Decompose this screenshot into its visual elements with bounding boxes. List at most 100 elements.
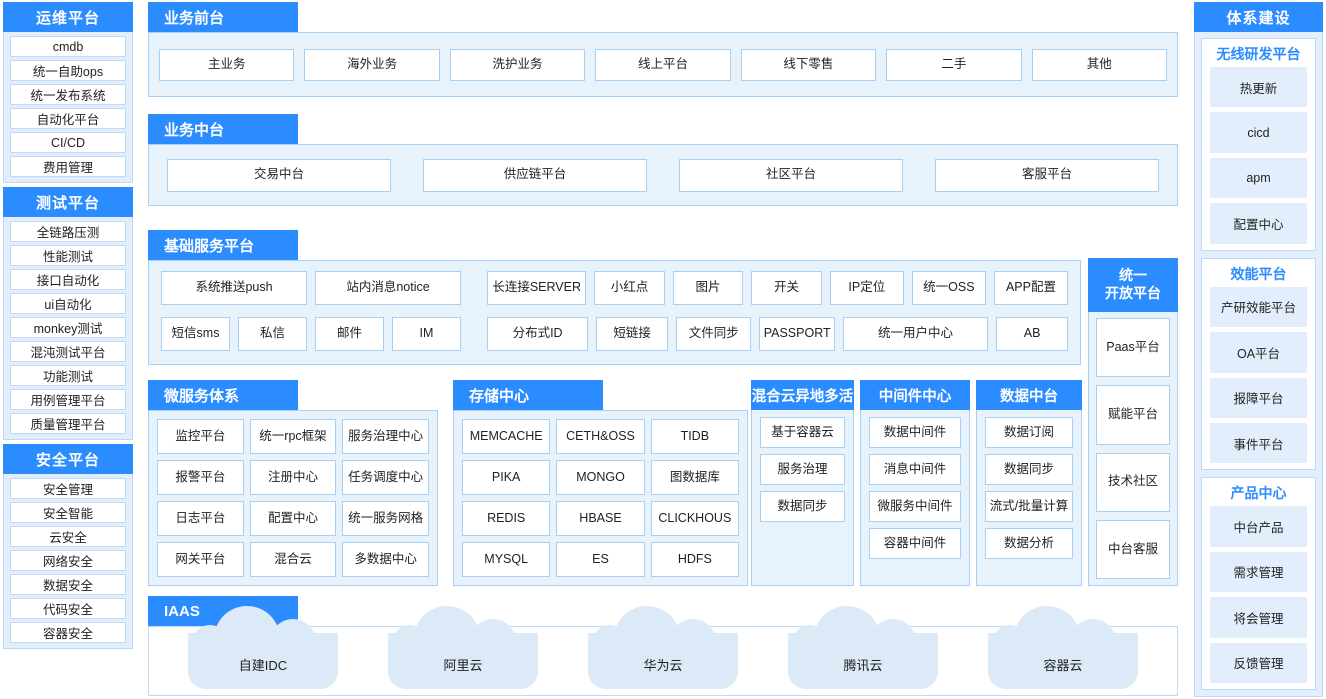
- business-front-item[interactable]: 线上平台: [595, 48, 731, 81]
- right-rail-item[interactable]: 报障平台: [1210, 377, 1307, 418]
- hybrid-cloud-item[interactable]: 基于容器云: [760, 417, 845, 448]
- business-front-item[interactable]: 其他: [1031, 48, 1167, 81]
- rail-item[interactable]: 容器安全: [10, 622, 126, 643]
- base-service-item[interactable]: IM: [392, 316, 461, 351]
- right-rail-item[interactable]: 事件平台: [1210, 422, 1307, 464]
- right-rail-item[interactable]: OA平台: [1210, 332, 1307, 373]
- microservice-item[interactable]: 统一服务网格: [342, 501, 429, 536]
- business-front-item[interactable]: 二手: [886, 48, 1022, 81]
- storage-item[interactable]: MEMCACHE: [462, 419, 551, 454]
- right-rail-item[interactable]: cicd: [1210, 112, 1307, 153]
- rail-item[interactable]: CI/CD: [10, 132, 126, 153]
- storage-item[interactable]: ES: [556, 542, 645, 577]
- base-service-item[interactable]: 私信: [238, 316, 307, 351]
- base-service-item[interactable]: 文件同步: [675, 316, 752, 351]
- storage-item[interactable]: REDIS: [462, 501, 551, 536]
- rail-item[interactable]: 用例管理平台: [10, 389, 126, 410]
- microservice-item[interactable]: 注册中心: [249, 460, 337, 495]
- microservice-item[interactable]: 任务调度中心: [342, 460, 429, 495]
- base-service-item[interactable]: 邮件: [315, 316, 384, 351]
- base-service-item[interactable]: 系统推送push: [161, 271, 307, 305]
- rail-item[interactable]: 统一发布系统: [10, 84, 126, 105]
- rail-item[interactable]: 网络安全: [10, 550, 126, 571]
- rail-item[interactable]: 质量管理平台: [10, 413, 126, 434]
- base-service-item[interactable]: 长连接SERVER: [487, 271, 587, 305]
- business-middle-item[interactable]: 供应链平台: [423, 158, 647, 192]
- base-service-item[interactable]: 统一OSS: [911, 271, 986, 305]
- base-service-item[interactable]: 图片: [672, 271, 744, 305]
- business-middle-item[interactable]: 社区平台: [679, 158, 903, 192]
- hybrid-cloud-item[interactable]: 服务治理: [760, 454, 845, 485]
- middleware-item[interactable]: 微服务中间件: [869, 491, 961, 522]
- rail-item[interactable]: 数据安全: [10, 574, 126, 595]
- microservice-item[interactable]: 多数据中心: [342, 542, 429, 577]
- hybrid-cloud-item[interactable]: 数据同步: [760, 491, 845, 522]
- rail-item[interactable]: 全链路压测: [10, 221, 126, 242]
- rail-item[interactable]: cmdb: [10, 36, 126, 57]
- right-rail-item[interactable]: 产研效能平台: [1210, 286, 1307, 328]
- storage-item[interactable]: MONGO: [556, 460, 645, 495]
- microservice-item[interactable]: 日志平台: [157, 501, 244, 536]
- base-service-item[interactable]: 开关: [751, 271, 822, 305]
- right-rail-item[interactable]: 中台产品: [1210, 506, 1307, 547]
- rail-item[interactable]: 统一自助ops: [10, 60, 126, 81]
- right-rail-item[interactable]: 配置中心: [1210, 203, 1307, 244]
- right-rail-item[interactable]: 需求管理: [1210, 551, 1307, 593]
- data-platform-item[interactable]: 流式/批量计算: [985, 491, 1073, 522]
- middleware-item[interactable]: 容器中间件: [869, 528, 961, 559]
- microservice-item[interactable]: 统一rpc框架: [249, 419, 337, 454]
- rail-item[interactable]: 安全智能: [10, 502, 126, 523]
- middleware-item[interactable]: 消息中间件: [869, 454, 961, 485]
- base-service-item[interactable]: 短链接: [596, 316, 668, 351]
- data-platform-item[interactable]: 数据订阅: [985, 417, 1073, 448]
- business-middle-item[interactable]: 客服平台: [935, 158, 1159, 192]
- right-rail-item[interactable]: apm: [1210, 157, 1307, 199]
- right-rail-item[interactable]: 反馈管理: [1210, 642, 1307, 684]
- data-platform-item[interactable]: 数据同步: [985, 454, 1073, 485]
- rail-item[interactable]: 性能测试: [10, 245, 126, 266]
- rail-item[interactable]: 功能测试: [10, 365, 126, 386]
- business-middle-item[interactable]: 交易中台: [167, 158, 391, 192]
- open-platform-item[interactable]: 技术社区: [1096, 452, 1170, 512]
- middleware-item[interactable]: 数据中间件: [869, 417, 961, 448]
- rail-item[interactable]: 云安全: [10, 526, 126, 547]
- storage-item[interactable]: 图数据库: [650, 460, 739, 495]
- base-service-item[interactable]: PASSPORT: [759, 316, 835, 351]
- business-front-item[interactable]: 洗护业务: [449, 48, 586, 81]
- base-service-item[interactable]: 统一用户中心: [842, 316, 989, 351]
- storage-item[interactable]: HBASE: [556, 501, 645, 536]
- storage-item[interactable]: MYSQL: [462, 542, 551, 577]
- rail-item[interactable]: ui自动化: [10, 293, 126, 314]
- base-service-item[interactable]: APP配置: [993, 271, 1068, 305]
- rail-item[interactable]: monkey测试: [10, 317, 126, 338]
- base-service-item[interactable]: IP定位: [829, 271, 904, 305]
- rail-item[interactable]: 混沌测试平台: [10, 341, 126, 362]
- open-platform-item[interactable]: 赋能平台: [1096, 385, 1170, 445]
- storage-item[interactable]: TIDB: [650, 419, 739, 454]
- open-platform-item[interactable]: Paas平台: [1096, 318, 1170, 378]
- right-rail-item[interactable]: 热更新: [1210, 67, 1307, 108]
- storage-item[interactable]: PIKA: [462, 460, 551, 495]
- rail-item[interactable]: 代码安全: [10, 598, 126, 619]
- base-service-item[interactable]: AB: [996, 316, 1068, 351]
- business-front-item[interactable]: 主业务: [159, 48, 295, 81]
- microservice-item[interactable]: 混合云: [249, 542, 337, 577]
- microservice-item[interactable]: 配置中心: [249, 501, 337, 536]
- right-rail-item[interactable]: 将会管理: [1210, 597, 1307, 638]
- microservice-item[interactable]: 监控平台: [157, 419, 244, 454]
- open-platform-item[interactable]: 中台客服: [1096, 519, 1170, 579]
- base-service-item[interactable]: 小红点: [594, 271, 665, 305]
- base-service-item[interactable]: 分布式ID: [487, 316, 589, 351]
- storage-item[interactable]: CLICKHOUS: [650, 501, 739, 536]
- microservice-item[interactable]: 网关平台: [157, 542, 244, 577]
- rail-item[interactable]: 费用管理: [10, 156, 126, 177]
- base-service-item[interactable]: 短信sms: [161, 316, 230, 351]
- business-front-item[interactable]: 线下零售: [740, 48, 877, 81]
- storage-item[interactable]: CETH&OSS: [556, 419, 645, 454]
- rail-item[interactable]: 安全管理: [10, 478, 126, 499]
- business-front-item[interactable]: 海外业务: [304, 48, 440, 81]
- data-platform-item[interactable]: 数据分析: [985, 528, 1073, 559]
- microservice-item[interactable]: 服务治理中心: [342, 419, 429, 454]
- rail-item[interactable]: 接口自动化: [10, 269, 126, 290]
- rail-item[interactable]: 自动化平台: [10, 108, 126, 129]
